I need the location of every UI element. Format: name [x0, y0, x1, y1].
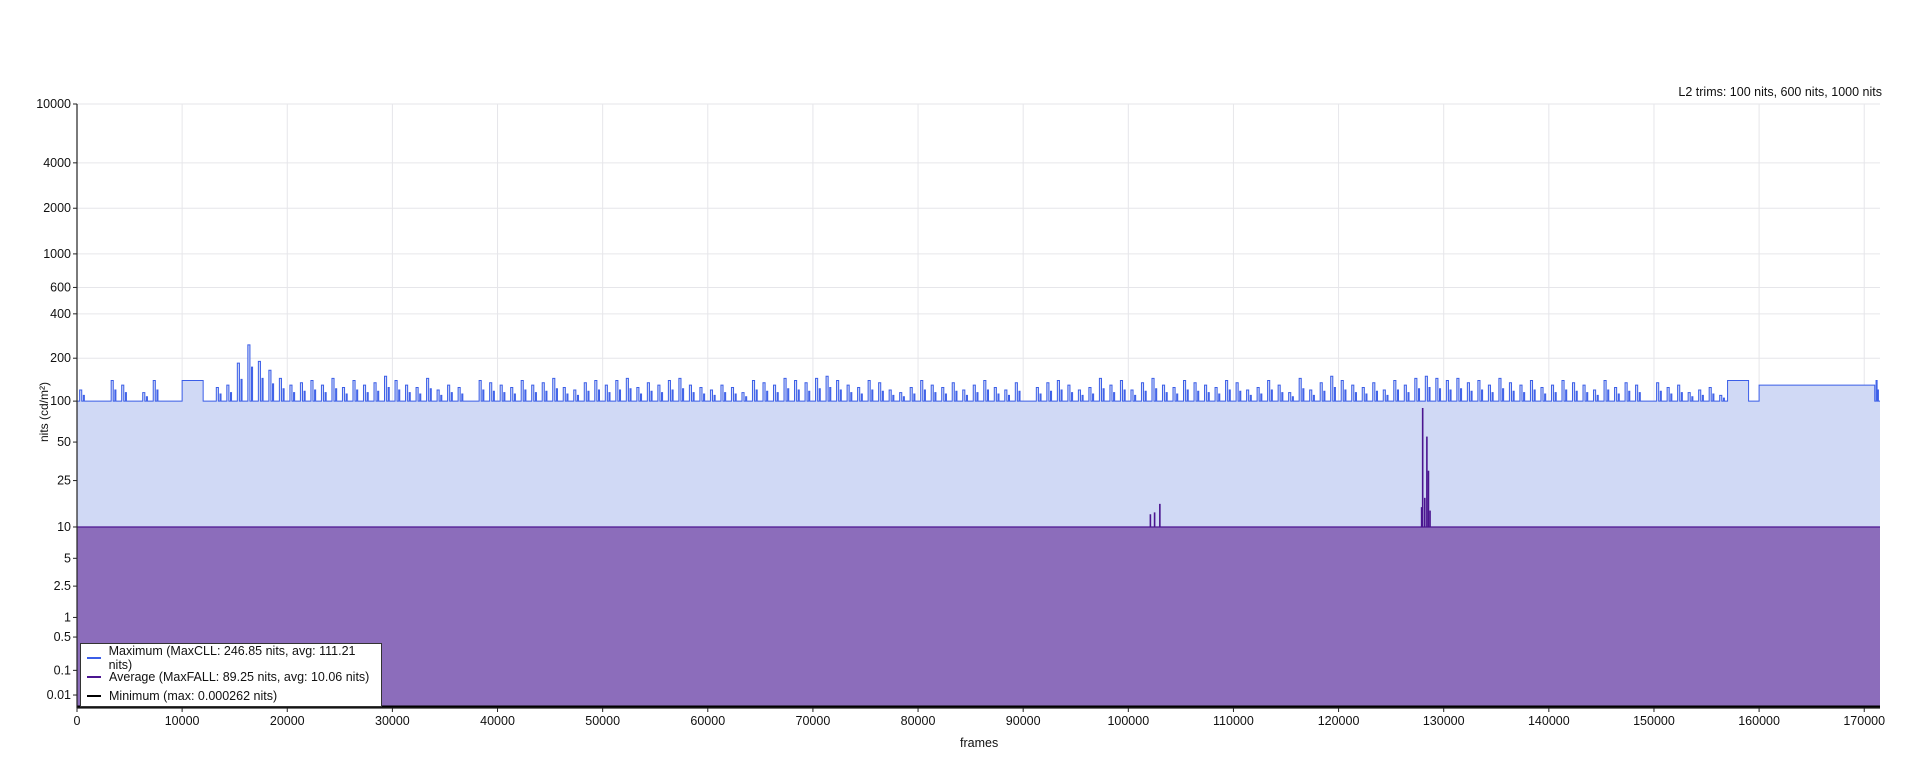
y-tick-label: 100 [50, 394, 71, 408]
x-tick-label: 160000 [1738, 714, 1780, 728]
legend-item-minimum: Minimum (max: 0.000262 nits) [87, 686, 375, 705]
average-spike [1427, 470, 1430, 527]
y-tick-label: 2000 [43, 201, 71, 215]
x-tick-label: 60000 [690, 714, 725, 728]
x-tick-label: 80000 [901, 714, 936, 728]
l2-trims-label: L2 trims: 100 nits, 600 nits, 1000 nits [1678, 85, 1882, 99]
average-spike [1421, 407, 1424, 527]
y-tick-label: 200 [50, 351, 71, 365]
legend-item-maximum: Maximum (MaxCLL: 246.85 nits, avg: 111.2… [87, 644, 375, 672]
y-tick-label: 4000 [43, 156, 71, 170]
y-tick-label: 0.1 [54, 663, 71, 677]
legend-label-average: Average (MaxFALL: 89.25 nits, avg: 10.06… [109, 669, 370, 684]
x-tick-label: 140000 [1528, 714, 1570, 728]
x-tick-label: 170000 [1843, 714, 1885, 728]
legend-swatch-maximum [87, 656, 101, 659]
y-axis-label: nits (cd/m²) [37, 382, 51, 442]
x-tick-label: 70000 [796, 714, 831, 728]
maximum-line [76, 344, 1880, 402]
legend-swatch-average [87, 675, 101, 678]
x-tick-label: 40000 [480, 714, 515, 728]
x-tick-label: 120000 [1318, 714, 1360, 728]
x-tick-label: 130000 [1423, 714, 1465, 728]
y-tick-label: 600 [50, 280, 71, 294]
y-tick-label: 1000 [43, 247, 71, 261]
x-tick-label: 0 [74, 714, 81, 728]
average-spike [1423, 497, 1426, 527]
x-tick-label: 100000 [1107, 714, 1149, 728]
x-tick-label: 90000 [1006, 714, 1041, 728]
legend: Maximum (MaxCLL: 246.85 nits, avg: 111.2… [80, 643, 382, 707]
y-tick-label: 10000 [36, 97, 71, 111]
x-tick-label: 150000 [1633, 714, 1675, 728]
y-tick-label: 50 [57, 435, 71, 449]
x-tick-label: 50000 [585, 714, 620, 728]
average-spike [1429, 510, 1431, 527]
y-tick-label: 10 [57, 520, 71, 534]
y-tick-label: 2.5 [54, 579, 71, 593]
x-axis-label: frames [960, 736, 999, 750]
legend-item-average: Average (MaxFALL: 89.25 nits, avg: 10.06… [87, 667, 375, 686]
average-spike [1153, 512, 1156, 527]
y-tick-label: 25 [57, 474, 71, 488]
y-tick-label: 400 [50, 307, 71, 321]
legend-label-minimum: Minimum (max: 0.000262 nits) [109, 688, 278, 703]
average-spike [1426, 436, 1428, 527]
x-tick-label: 20000 [270, 714, 305, 728]
x-tick-label: 30000 [375, 714, 410, 728]
legend-swatch-minimum [87, 694, 101, 697]
y-tick-label: 0.5 [54, 630, 71, 644]
average-spike [1149, 514, 1152, 527]
x-tick-label: 10000 [165, 714, 200, 728]
y-tick-label: 0.01 [47, 688, 71, 702]
y-tick-label: 1 [64, 610, 71, 624]
average-spike [1159, 503, 1161, 527]
legend-label-maximum: Maximum (MaxCLL: 246.85 nits, avg: 111.2… [108, 643, 356, 672]
y-tick-label: 5 [64, 551, 71, 565]
x-tick-label: 110000 [1213, 714, 1254, 728]
